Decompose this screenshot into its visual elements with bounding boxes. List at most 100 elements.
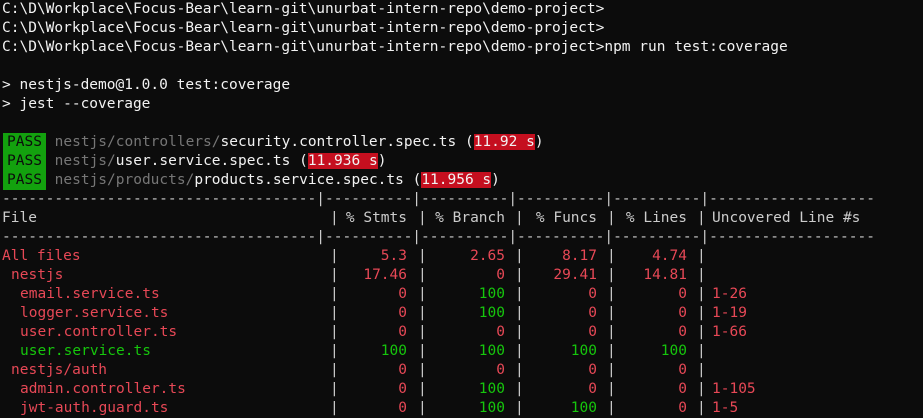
- table-row: email.service.ts 0 100 0 0 1-26 | | | | |: [0, 285, 923, 304]
- column-separator: |: [418, 324, 427, 340]
- column-separator: |: [697, 267, 706, 283]
- header-file: File: [2, 210, 37, 226]
- column-separator: |: [515, 248, 524, 264]
- npm-script-line: > nestjs-demo@1.0.0 test:coverage: [2, 77, 291, 93]
- row-stmts: 17.46: [363, 267, 407, 283]
- test-duration: 11.956 s: [421, 172, 492, 188]
- row-lines: 0: [678, 324, 687, 340]
- row-file: nestjs: [11, 267, 64, 283]
- row-branch: 100: [478, 286, 505, 302]
- coverage-header-row: File % Stmts % Branch % Funcs % Lines Uncover…: [0, 209, 923, 228]
- npm-script-line: > jest --coverage: [2, 96, 151, 112]
- table-row: user.service.ts 100 100 100 100 | | | | |: [0, 342, 923, 361]
- column-separator: |: [515, 305, 524, 321]
- row-branch: 2.65: [470, 248, 505, 264]
- row-file: All files: [2, 248, 81, 264]
- row-stmts: 0: [398, 324, 407, 340]
- column-separator: |: [330, 305, 339, 321]
- table-row: user.controller.ts 0 0 0 0 1-66 | | | | |: [0, 323, 923, 342]
- test-result-line: PASS nestjs/products/products.service.sp…: [3, 171, 500, 190]
- column-separator: |: [697, 400, 706, 416]
- column-separator: |: [330, 267, 339, 283]
- row-lines: 14.81: [643, 267, 687, 283]
- row-branch: 100: [478, 305, 505, 321]
- test-duration: 11.936 s: [307, 153, 378, 169]
- column-separator: |: [515, 324, 524, 340]
- column-separator: |: [607, 362, 616, 378]
- column-separator: |: [515, 267, 524, 283]
- row-lines: 0: [678, 305, 687, 321]
- paren: ): [534, 134, 544, 150]
- column-separator: |: [607, 248, 616, 264]
- test-file-name: security.controller.spec.ts: [220, 134, 457, 150]
- row-funcs: 0: [588, 286, 597, 302]
- column-separator: |: [418, 400, 427, 416]
- row-stmts: 0: [398, 305, 407, 321]
- column-separator: |: [330, 362, 339, 378]
- row-branch: 100: [478, 381, 505, 397]
- row-branch: 0: [496, 362, 505, 378]
- column-separator: |: [418, 267, 427, 283]
- column-separator: |: [418, 286, 427, 302]
- column-separator: |: [697, 381, 706, 397]
- row-funcs: 0: [588, 305, 597, 321]
- row-uncovered: 1-105: [712, 381, 756, 397]
- column-separator: |: [607, 267, 616, 283]
- row-lines: 0: [678, 381, 687, 397]
- column-separator: |: [607, 343, 616, 359]
- column-separator: |: [418, 362, 427, 378]
- row-funcs: 100: [570, 400, 597, 416]
- test-file-dir: nestjs/controllers/: [54, 134, 221, 150]
- test-result-line: PASS nestjs/controllers/security.control…: [3, 133, 544, 152]
- paren: (: [290, 153, 308, 169]
- column-separator: |: [515, 400, 524, 416]
- row-funcs: 29.41: [553, 267, 597, 283]
- table-row: All files 5.3 2.65 8.17 4.74 | | | | |: [0, 247, 923, 266]
- pass-badge: PASS: [3, 152, 46, 171]
- row-funcs: 0: [588, 324, 597, 340]
- row-file: nestjs/auth: [11, 362, 108, 378]
- paren: (: [403, 172, 422, 188]
- paren: ): [491, 172, 500, 188]
- table-divider: ------------------------------------|---…: [2, 229, 875, 245]
- row-file: logger.service.ts: [20, 305, 169, 321]
- row-branch: 100: [478, 343, 505, 359]
- row-stmts: 100: [380, 343, 407, 359]
- column-separator: |: [330, 381, 339, 397]
- row-funcs: 8.17: [562, 248, 597, 264]
- table-row: admin.controller.ts 0 100 0 0 1-105 | | | | |: [0, 380, 923, 399]
- row-funcs: 0: [588, 381, 597, 397]
- column-separator: |: [697, 324, 706, 340]
- prompt-command-line: C:\D\Workplace\Focus-Bear\learn-git\unur…: [2, 39, 788, 55]
- column-separator: |: [330, 286, 339, 302]
- column-separator: |: [697, 362, 706, 378]
- column-separator: |: [418, 210, 427, 226]
- test-file-name: products.service.spec.ts: [194, 172, 404, 188]
- row-file: admin.controller.ts: [20, 381, 186, 397]
- row-lines: 0: [678, 400, 687, 416]
- row-file: email.service.ts: [20, 286, 160, 302]
- table-divider: ------------------------------------|---…: [2, 191, 875, 207]
- column-separator: |: [607, 381, 616, 397]
- paren: ): [377, 153, 387, 169]
- prompt-line: C:\D\Workplace\Focus-Bear\learn-git\unur…: [2, 20, 605, 36]
- column-separator: |: [607, 210, 616, 226]
- column-separator: |: [697, 210, 706, 226]
- test-result-line: PASS nestjs/user.service.spec.ts (11.936…: [3, 152, 386, 171]
- table-row: nestjs 17.46 0 29.41 14.81 | | | | |: [0, 266, 923, 285]
- terminal-window[interactable]: C:\D\Workplace\Focus-Bear\learn-git\unur…: [0, 0, 923, 416]
- row-funcs: 0: [588, 362, 597, 378]
- test-file-name: user.service.spec.ts: [115, 153, 291, 169]
- test-file-dir: nestjs/: [54, 153, 116, 169]
- table-row: nestjs/auth 0 0 0 0 | | | | |: [0, 361, 923, 380]
- paren: (: [456, 134, 474, 150]
- column-separator: |: [330, 343, 339, 359]
- row-uncovered: 1-5: [712, 400, 739, 416]
- row-stmts: 0: [398, 286, 407, 302]
- row-branch: 100: [478, 400, 505, 416]
- column-separator: |: [697, 248, 706, 264]
- column-separator: |: [515, 381, 524, 397]
- column-separator: |: [607, 286, 616, 302]
- row-branch: 0: [496, 267, 505, 283]
- row-lines: 100: [660, 343, 687, 359]
